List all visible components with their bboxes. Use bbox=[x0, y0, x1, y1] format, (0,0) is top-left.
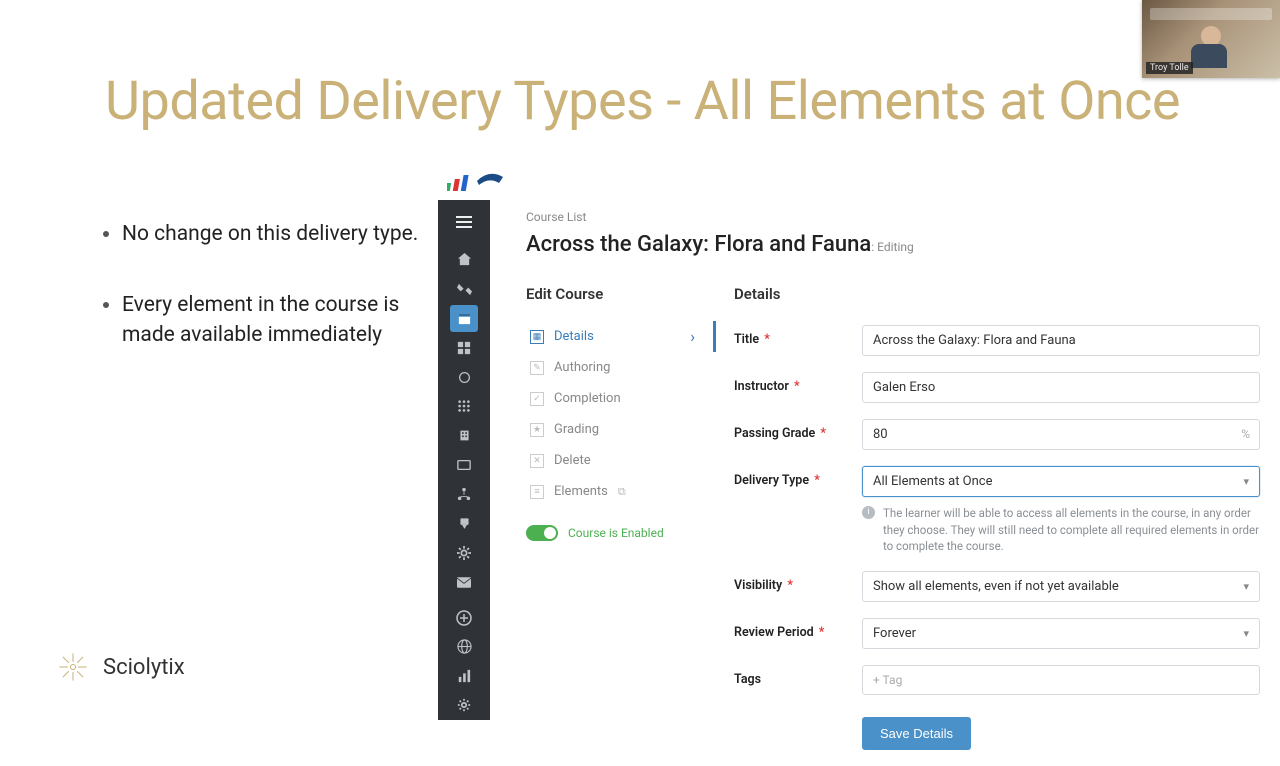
instructor-input[interactable]: Galen Erso bbox=[862, 372, 1260, 403]
nav-tools-icon[interactable] bbox=[438, 275, 490, 304]
edit-item-label: Authoring bbox=[554, 360, 610, 375]
page-title-text: Across the Galaxy: Flora and Fauna bbox=[526, 232, 871, 257]
edit-course-panel: Edit Course ▦ Details ✎ Authoring ✓ Comp… bbox=[526, 285, 716, 766]
details-panel: Details Title * Across the Galaxy: Flora… bbox=[716, 285, 1260, 766]
title-input[interactable]: Across the Galaxy: Flora and Fauna bbox=[862, 325, 1260, 356]
nav-gear-icon[interactable] bbox=[438, 538, 490, 567]
percent-suffix: % bbox=[1241, 427, 1250, 441]
authoring-icon: ✎ bbox=[530, 361, 544, 375]
passing-grade-input[interactable]: 80 bbox=[862, 419, 1260, 450]
caret-down-icon: ▾ bbox=[1243, 627, 1249, 640]
instructor-label: Instructor * bbox=[734, 372, 862, 394]
bullet-list: No change on this delivery type. Every e… bbox=[122, 220, 422, 392]
presenter-webcam: Troy Tolle bbox=[1142, 0, 1280, 78]
toggle-label: Course is Enabled bbox=[568, 526, 664, 540]
visibility-value: Show all elements, even if not yet avail… bbox=[873, 579, 1119, 594]
external-link-icon: ⧉ bbox=[618, 485, 626, 499]
edit-item-completion[interactable]: ✓ Completion bbox=[526, 383, 716, 414]
nav-badge-icon[interactable] bbox=[438, 509, 490, 538]
nav-globe-icon[interactable] bbox=[438, 632, 490, 661]
nav-dots-icon[interactable] bbox=[438, 392, 490, 421]
delivery-type-select[interactable]: All Elements at Once ▾ bbox=[862, 466, 1260, 497]
tags-label: Tags bbox=[734, 665, 862, 687]
main-panel: Course List Across the Galaxy: Flora and… bbox=[490, 200, 1280, 720]
save-details-button[interactable]: Save Details bbox=[862, 717, 971, 750]
app-window: Course List Across the Galaxy: Flora and… bbox=[438, 160, 1280, 720]
nav-settings-icon[interactable] bbox=[438, 691, 490, 720]
elements-icon: ≡ bbox=[530, 485, 544, 499]
nav-add-icon[interactable] bbox=[438, 603, 490, 632]
brand-icon bbox=[55, 649, 91, 685]
tags-input[interactable]: + Tag bbox=[862, 665, 1260, 695]
page-title-suffix: : Editing bbox=[871, 240, 914, 254]
delivery-type-value: All Elements at Once bbox=[873, 474, 993, 489]
course-enabled-toggle[interactable]: Course is Enabled bbox=[526, 525, 716, 541]
details-header: Details bbox=[734, 285, 1260, 303]
app-logo-icon bbox=[444, 166, 514, 194]
breadcrumb[interactable]: Course List bbox=[526, 210, 1260, 224]
edit-item-label: Details bbox=[554, 329, 594, 344]
details-icon: ▦ bbox=[530, 330, 544, 344]
edit-item-label: Delete bbox=[554, 453, 591, 468]
nav-chart-icon[interactable] bbox=[438, 661, 490, 690]
brand-name: Sciolytix bbox=[103, 655, 185, 680]
sidebar bbox=[438, 200, 490, 720]
edit-item-delete[interactable]: ✕ Delete bbox=[526, 445, 716, 476]
nav-mail-icon[interactable] bbox=[438, 568, 490, 597]
edit-course-header: Edit Course bbox=[526, 285, 716, 303]
visibility-label: Visibility * bbox=[734, 571, 862, 593]
delivery-help-text: i The learner will be able to access all… bbox=[862, 505, 1260, 555]
title-label: Title * bbox=[734, 325, 862, 347]
toggle-switch-icon[interactable] bbox=[526, 525, 558, 541]
nav-card-icon[interactable] bbox=[438, 450, 490, 479]
completion-icon: ✓ bbox=[530, 392, 544, 406]
edit-item-label: Completion bbox=[554, 391, 621, 406]
caret-down-icon: ▾ bbox=[1243, 475, 1249, 488]
delete-icon: ✕ bbox=[530, 454, 544, 468]
review-period-select[interactable]: Forever ▾ bbox=[862, 618, 1260, 649]
delivery-type-label: Delivery Type * bbox=[734, 466, 862, 488]
edit-item-label: Elements bbox=[554, 484, 608, 499]
menu-toggle-icon[interactable] bbox=[438, 206, 490, 237]
review-period-value: Forever bbox=[873, 626, 916, 641]
nav-sitemap-icon[interactable] bbox=[438, 480, 490, 509]
nav-home-icon[interactable] bbox=[438, 245, 490, 274]
edit-item-grading[interactable]: ★ Grading bbox=[526, 414, 716, 445]
passing-grade-label: Passing Grade * bbox=[734, 419, 862, 441]
info-icon: i bbox=[862, 506, 875, 519]
nav-calendar-icon[interactable] bbox=[450, 305, 478, 332]
edit-item-elements[interactable]: ≡ Elements ⧉ bbox=[526, 476, 716, 507]
presenter-name-tag: Troy Tolle bbox=[1146, 62, 1193, 74]
bullet-item: Every element in the course is made avai… bbox=[122, 291, 422, 350]
review-period-label: Review Period * bbox=[734, 618, 862, 640]
nav-grid-icon[interactable] bbox=[438, 333, 490, 362]
edit-item-details[interactable]: ▦ Details bbox=[526, 321, 716, 352]
caret-down-icon: ▾ bbox=[1243, 580, 1249, 593]
edit-item-label: Grading bbox=[554, 422, 599, 437]
edit-item-authoring[interactable]: ✎ Authoring bbox=[526, 352, 716, 383]
slide-title: Updated Delivery Types - All Elements at… bbox=[105, 70, 1180, 133]
nav-circle-icon[interactable] bbox=[438, 362, 490, 391]
footer-brand: Sciolytix bbox=[55, 649, 185, 685]
bullet-item: No change on this delivery type. bbox=[122, 220, 422, 249]
grading-icon: ★ bbox=[530, 423, 544, 437]
nav-building-icon[interactable] bbox=[438, 421, 490, 450]
page-title: Across the Galaxy: Flora and Fauna: Edit… bbox=[526, 232, 1260, 257]
visibility-select[interactable]: Show all elements, even if not yet avail… bbox=[862, 571, 1260, 602]
